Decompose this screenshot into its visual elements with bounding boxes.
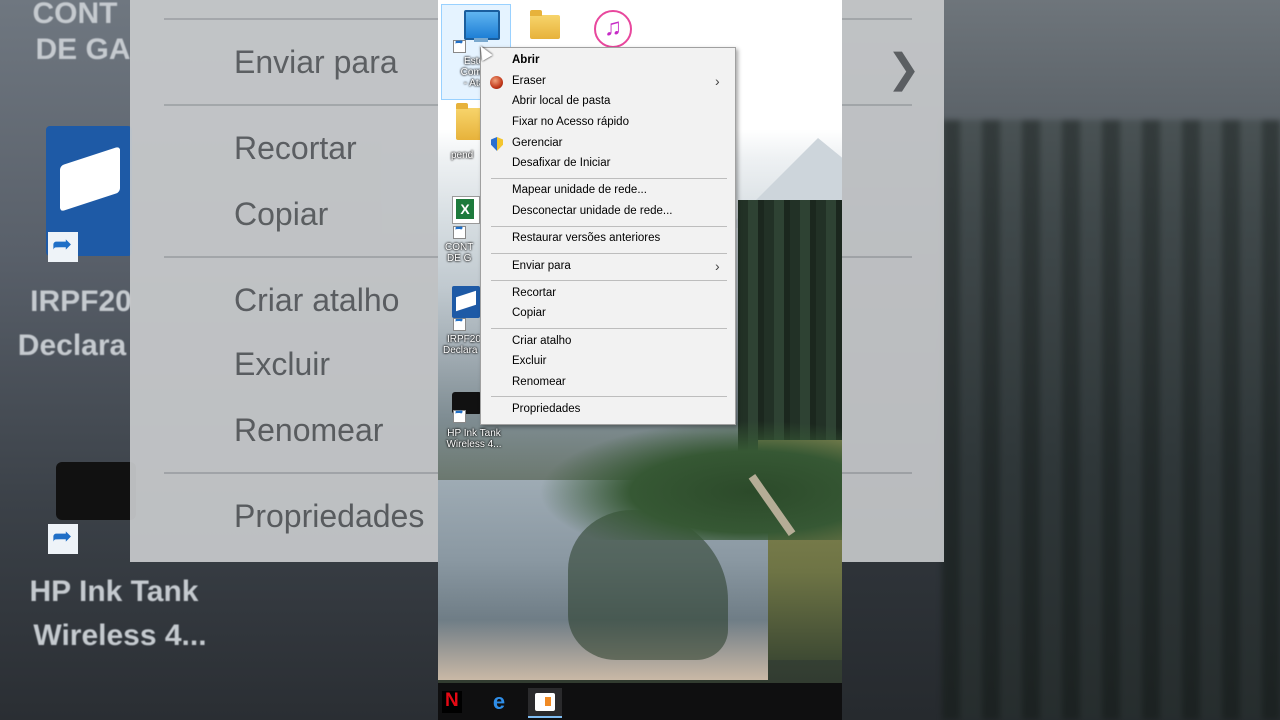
zoom-separator [842, 472, 912, 474]
menu-item-restore-versions-label: Restaurar versões anteriores [512, 232, 661, 244]
chevron-right-icon: › [715, 73, 720, 89]
zoom-item-send-to: Enviar para [234, 44, 398, 80]
printer-label[interactable]: HP Ink Tank Wireless 4... [441, 428, 507, 450]
zoom-separator [164, 104, 438, 106]
menu-item-disconnect-drive[interactable]: Desconectar unidade de rede... [481, 202, 735, 222]
zoom-label-hp: HP Ink Tank [29, 575, 199, 608]
zoom-separator [164, 256, 438, 258]
menu-item-unpin-start[interactable]: Desafixar de Iniciar [481, 154, 735, 174]
menu-item-unpin-start-label: Desafixar de Iniciar [512, 157, 611, 169]
zoom-label-irpf: IRPF20 [30, 285, 132, 318]
menu-item-eraser[interactable]: Eraser › [481, 72, 735, 92]
menu-item-map-drive-label: Mapear unidade de rede... [512, 184, 647, 196]
menu-separator [491, 253, 727, 254]
menu-item-properties[interactable]: Propriedades [481, 400, 735, 420]
folder-icon[interactable] [530, 10, 560, 39]
shortcut-arrow-icon [453, 315, 466, 331]
this-pc-icon[interactable] [464, 10, 500, 40]
shortcut-arrow-icon [453, 223, 466, 239]
menu-item-copy[interactable]: Copiar [481, 304, 735, 324]
irpf-icon[interactable] [452, 286, 480, 318]
menu-separator [491, 280, 727, 281]
zoom-separator [164, 472, 438, 474]
menu-item-open[interactable]: Abrir [481, 51, 735, 71]
menu-item-properties-label: Propriedades [512, 403, 581, 415]
menu-item-delete-label: Excluir [512, 355, 547, 367]
shortcut-arrow-icon [453, 407, 466, 423]
menu-item-restore-versions[interactable]: Restaurar versões anteriores [481, 229, 735, 249]
zoom-item-create-shortcut: Criar atalho [234, 282, 400, 318]
zoom-separator [842, 256, 912, 258]
eraser-icon [490, 76, 503, 89]
menu-separator [491, 396, 727, 397]
zoom-item-copy: Copiar [234, 196, 329, 232]
edge-icon[interactable]: e [486, 690, 512, 714]
excel-icon[interactable]: X [452, 196, 480, 224]
zoom-item-delete: Excluir [234, 346, 331, 382]
zoom-item-cut: Recortar [234, 130, 357, 166]
menu-separator [491, 226, 727, 227]
zoom-shortcut-icon [48, 522, 78, 554]
zoomed-background-right: ❯ [842, 0, 1280, 720]
zoom-shortcut-icon [48, 230, 78, 262]
app-icon-graphic [535, 693, 555, 711]
menu-separator [491, 328, 727, 329]
menu-item-rename-label: Renomear [512, 376, 566, 388]
this-pc-stand [474, 38, 488, 42]
menu-item-open-location-label: Abrir local de pasta [512, 95, 611, 107]
menu-item-send-to-label: Enviar para [512, 260, 571, 272]
printer-label-line2: Wireless 4... [446, 439, 502, 450]
menu-item-manage-label: Gerenciar [512, 137, 563, 149]
zoom-forest [942, 120, 1280, 720]
zoom-label-cont: CONT [32, 0, 118, 30]
menu-item-map-drive[interactable]: Mapear unidade de rede... [481, 181, 735, 201]
zoom-label-wireless: Wireless 4... [33, 619, 207, 652]
menu-item-create-shortcut-label: Criar atalho [512, 335, 572, 347]
edge-glyph: e [492, 689, 506, 714]
netflix-icon[interactable]: N [442, 690, 462, 713]
shortcut-arrow-icon [453, 37, 466, 53]
menu-item-send-to[interactable]: Enviar para › [481, 257, 735, 277]
menu-item-open-label: Abrir [512, 54, 540, 66]
menu-item-eraser-label: Eraser [512, 75, 546, 87]
zoom-chevron-right-icon: ❯ [887, 47, 921, 91]
zoom-separator [164, 18, 438, 20]
chevron-right-icon: › [715, 258, 720, 274]
menu-item-disconnect-drive-label: Desconectar unidade de rede... [512, 205, 673, 217]
zoom-label-dega: DE GA [35, 33, 131, 66]
zoomed-context-menu: Enviar para Recortar Copiar Criar atalho… [130, 0, 438, 562]
menu-item-pin-quick-access-label: Fixar no Acesso rápido [512, 116, 629, 128]
zoom-printer-icon [56, 462, 136, 520]
menu-item-manage[interactable]: Gerenciar [481, 134, 735, 154]
zoom-separator [842, 18, 912, 20]
zoom-separator [842, 104, 912, 106]
menu-item-open-location[interactable]: Abrir local de pasta [481, 92, 735, 112]
wallpaper-trees [538, 420, 842, 540]
zoom-label-declara: Declara [17, 329, 127, 362]
netflix-glyph: N [445, 690, 459, 711]
menu-separator [491, 178, 727, 179]
menu-item-create-shortcut[interactable]: Criar atalho [481, 332, 735, 352]
zoomed-context-menu-right: ❯ [842, 0, 944, 562]
menu-item-copy-label: Copiar [512, 307, 546, 319]
context-menu: Abrir Eraser › Abrir local de pasta Fixa… [480, 47, 736, 425]
printer-label-line1: HP Ink Tank [447, 428, 501, 439]
menu-item-cut[interactable]: Recortar [481, 284, 735, 304]
menu-item-cut-label: Recortar [512, 287, 557, 299]
zoom-item-properties: Propriedades [234, 498, 425, 534]
menu-item-delete[interactable]: Excluir [481, 352, 735, 372]
active-app-indicator [528, 716, 562, 718]
app-icon[interactable] [528, 688, 562, 718]
menu-item-rename[interactable]: Renomear [481, 373, 735, 393]
menu-item-pin-quick-access[interactable]: Fixar no Acesso rápido [481, 113, 735, 133]
itunes-icon[interactable]: ♫ [594, 10, 632, 48]
shield-icon [491, 137, 503, 151]
zoomed-background-left: CONT DE GA IRPF20 Declara HP Ink Tank Wi… [0, 0, 438, 720]
zoom-item-rename: Renomear [234, 412, 384, 448]
